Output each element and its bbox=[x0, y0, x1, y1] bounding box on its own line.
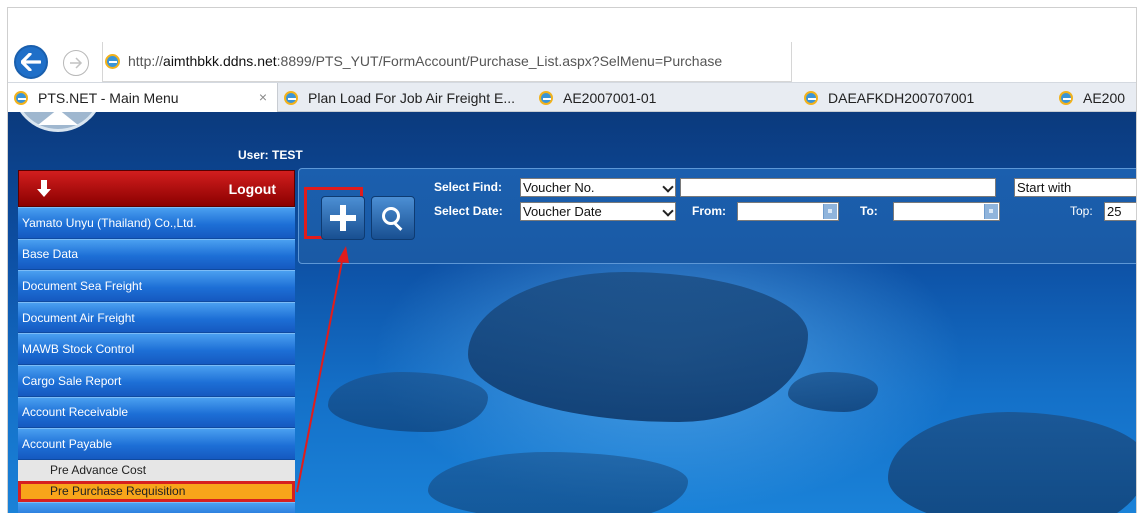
ie-page-icon bbox=[105, 54, 120, 69]
sidebar-item-base-data[interactable]: Base Data bbox=[18, 238, 295, 271]
forward-arrow-icon bbox=[70, 57, 83, 69]
sidebar-item-account-receivable[interactable]: Account Receivable bbox=[18, 396, 295, 429]
submenu-item-pre-advance-cost[interactable]: Pre Advance Cost bbox=[18, 460, 295, 481]
account-payable-submenu: Pre Advance Cost Pre Purchase Requisitio… bbox=[18, 459, 295, 502]
tab-label: Plan Load For Job Air Freight E... bbox=[308, 89, 515, 106]
user-label: User: TEST bbox=[238, 148, 303, 162]
sidebar: Logout Yamato Unyu (Thailand) Co.,Ltd. B… bbox=[18, 170, 295, 513]
forward-button[interactable] bbox=[63, 50, 89, 76]
tab-label: AE2007001-01 bbox=[563, 89, 657, 106]
add-button[interactable] bbox=[321, 196, 365, 240]
calendar-icon[interactable] bbox=[823, 204, 837, 219]
ie-tab-icon bbox=[284, 90, 298, 105]
tab-main-menu[interactable]: PTS.NET - Main Menu × bbox=[8, 83, 278, 112]
tab-label: PTS.NET - Main Menu bbox=[38, 89, 179, 106]
search-panel: Select Find: Voucher No. Start with Sele… bbox=[298, 168, 1136, 264]
ie-tab-icon bbox=[804, 90, 818, 105]
sidebar-item-cargo-sale-report[interactable]: Cargo Sale Report bbox=[18, 364, 295, 397]
submenu-item-pre-purchase-requisition[interactable]: Pre Purchase Requisition bbox=[18, 480, 295, 502]
sidebar-item-document-air-freight[interactable]: Document Air Freight bbox=[18, 301, 295, 334]
select-find-value: Voucher No. bbox=[523, 180, 595, 195]
sidebar-item-mawb-stock-control[interactable]: MAWB Stock Control bbox=[18, 333, 295, 365]
chevron-down-icon bbox=[662, 181, 674, 193]
match-mode-value: Start with bbox=[1017, 180, 1072, 195]
url-prefix: http:// bbox=[128, 53, 164, 69]
select-find-label: Select Find: bbox=[434, 180, 503, 194]
match-mode-dropdown[interactable]: Start with bbox=[1014, 178, 1136, 197]
app-logo bbox=[12, 112, 104, 132]
tab-ae2007001[interactable]: AE2007001-01 bbox=[533, 83, 798, 112]
tab-label: AE200 bbox=[1083, 89, 1126, 106]
top-count-input[interactable]: 25 bbox=[1104, 202, 1136, 221]
tab-ae200[interactable]: AE200 bbox=[1053, 83, 1136, 112]
url-host: aimthbkk.ddns.net bbox=[163, 53, 277, 69]
plus-icon bbox=[330, 205, 356, 231]
sidebar-item-account-payable[interactable]: Account Payable bbox=[18, 428, 295, 460]
url-text[interactable]: http://aimthbkk.ddns.net:8899/PTS_YUT/Fo… bbox=[128, 53, 722, 69]
back-button[interactable] bbox=[14, 45, 48, 79]
close-tab-icon[interactable]: × bbox=[259, 89, 267, 105]
tab-plan-load[interactable]: Plan Load For Job Air Freight E... bbox=[278, 83, 533, 112]
to-label: To: bbox=[860, 204, 878, 218]
select-find-dropdown[interactable]: Voucher No. bbox=[520, 178, 676, 197]
sidebar-item-document-sea-freight[interactable]: Document Sea Freight bbox=[18, 270, 295, 302]
from-label: From: bbox=[692, 204, 726, 218]
ie-tab-icon bbox=[14, 90, 28, 105]
down-arrow-icon bbox=[37, 180, 51, 198]
select-date-value: Voucher Date bbox=[523, 204, 602, 219]
ie-tab-icon bbox=[539, 90, 553, 105]
select-date-dropdown[interactable]: Voucher Date bbox=[520, 202, 676, 221]
logout-button[interactable]: Logout bbox=[18, 170, 295, 207]
back-arrow-icon bbox=[21, 53, 41, 71]
top-label: Top: bbox=[1070, 204, 1093, 218]
logout-label: Logout bbox=[228, 180, 276, 197]
calendar-icon[interactable] bbox=[984, 204, 998, 219]
sidebar-item-company[interactable]: Yamato Unyu (Thailand) Co.,Ltd. bbox=[18, 207, 295, 239]
tab-bar: PTS.NET - Main Menu × Plan Load For Job … bbox=[8, 82, 1136, 112]
chevron-down-icon bbox=[662, 205, 674, 217]
logo-triangle-icon bbox=[38, 112, 78, 125]
map-background bbox=[328, 372, 488, 432]
find-text-input[interactable] bbox=[680, 178, 996, 197]
url-path: :8899/PTS_YUT/FormAccount/Purchase_List.… bbox=[276, 53, 723, 69]
select-date-label: Select Date: bbox=[434, 204, 503, 218]
map-background bbox=[428, 452, 688, 513]
tab-label: DAEAFKDH200707001 bbox=[828, 89, 975, 106]
map-background bbox=[888, 412, 1136, 513]
browser-window: http://aimthbkk.ddns.net:8899/PTS_YUT/Fo… bbox=[7, 7, 1137, 513]
search-icon bbox=[382, 207, 404, 229]
map-background bbox=[788, 372, 878, 412]
search-button[interactable] bbox=[371, 196, 415, 240]
address-bar-row: http://aimthbkk.ddns.net:8899/PTS_YUT/Fo… bbox=[8, 42, 1136, 82]
from-date-input[interactable] bbox=[737, 202, 839, 221]
to-date-input[interactable] bbox=[893, 202, 1000, 221]
ie-tab-icon bbox=[1059, 90, 1073, 105]
app-content: User: TEST Logout Yamato Unyu (Thailand)… bbox=[8, 112, 1136, 513]
map-background bbox=[468, 272, 808, 422]
tab-daeafkdh[interactable]: DAEAFKDH200707001 bbox=[798, 83, 1053, 112]
sidebar-item-overseas-account[interactable]: Overseas Account bbox=[18, 501, 295, 513]
